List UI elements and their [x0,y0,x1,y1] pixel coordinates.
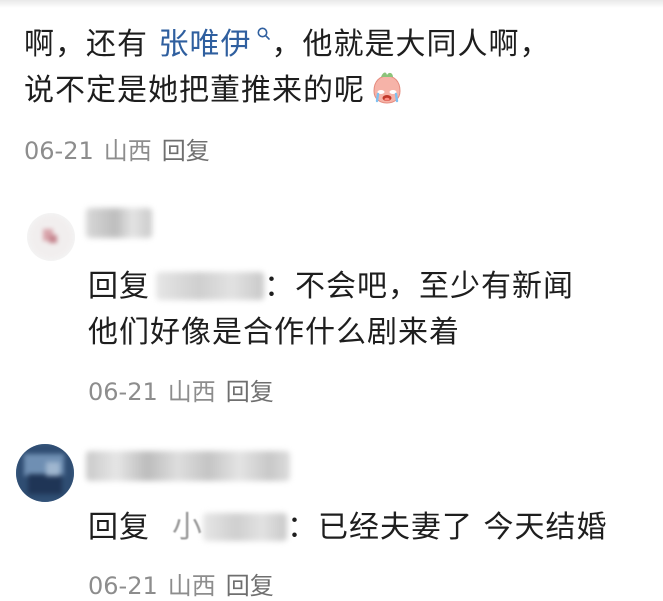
mention-blurred[interactable] [156,272,264,300]
comment-date: 06-21 [24,137,94,165]
comment-text-prefix: 啊，还有 [24,27,159,62]
reply-meta: 06-21 山西 回复 [88,372,284,407]
reply-text-line1: 不会吧，至少有新闻 [295,269,574,304]
mention-link[interactable]: 张唯伊 [159,27,252,62]
username-blurred[interactable] [86,208,152,238]
reply-text-line1: 已经夫妻了 今天结婚 [318,510,608,545]
comment-text-after-mention: ，他就是大同人啊， [271,27,551,62]
reply-location: 山西 [167,378,216,406]
mention-fragment[interactable]: 小 [172,510,203,545]
reply-date: 06-21 [88,378,158,406]
reply-line-1: 回复小 ：已经夫妻了 今天结婚 [88,505,608,551]
crying-face-emoji [367,70,407,120]
reply-meta: 06-21 山西 回复 [88,566,284,601]
reply-separator: ： [287,510,318,545]
avatar[interactable] [27,213,75,261]
search-icon[interactable] [256,26,272,42]
top-edge-fade [0,0,663,8]
username-blurred[interactable] [86,451,290,481]
reply-line-2: 他们好像是合作什么剧来着 [88,310,460,356]
reply-separator: ： [264,269,295,304]
reply-line-1: 回复 ：不会吧，至少有新闻 [88,264,574,310]
reply-location: 山西 [167,572,216,600]
mention-blurred[interactable] [203,513,287,541]
reply-prefix: 回复 [88,510,150,545]
comment-line-2: 说不定是她把董推来的呢 [24,68,407,120]
reply-button[interactable]: 回复 [226,572,274,600]
reply-text-line2: 他们好像是合作什么剧来着 [88,315,460,350]
reply-prefix: 回复 [88,269,150,304]
reply-button[interactable]: 回复 [162,137,210,165]
comment-meta: 06-21 山西 回复 [24,131,220,166]
reply-date: 06-21 [88,572,158,600]
comment-location: 山西 [103,137,152,165]
comment-line-1: 啊，还有 张唯伊 ，他就是大同人啊， [24,22,551,68]
avatar[interactable] [16,444,74,502]
comment-text-line2: 说不定是她把董推来的呢 [24,73,365,108]
reply-button[interactable]: 回复 [226,378,274,406]
